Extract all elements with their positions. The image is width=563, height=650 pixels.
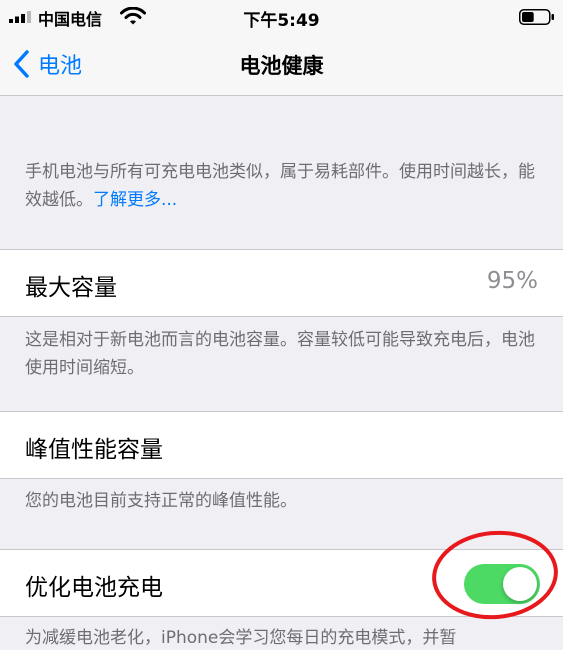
max-capacity-label: 最大容量 [25,275,117,301]
status-time: 下午5:49 [243,11,320,31]
learn-more-link[interactable]: 了解更多... [93,190,177,210]
page-title: 电池健康 [239,54,324,78]
status-bar: 中国电信 下午5:49 [0,0,563,34]
peak-performance-label: 峰值性能容量 [25,437,163,463]
max-capacity-footer: 这是相对于新电池而言的电池容量。容量较低可能导致充电后，电池使用时间缩短。 [25,330,535,378]
optimized-charging-footer: 为减缓电池老化，iPhone会学习您每日的充电模式，并暂 [25,628,457,648]
battery-icon [519,9,554,25]
max-capacity-cell: 最大容量 95% [0,249,563,317]
optimized-charging-label: 优化电池充电 [25,575,163,601]
optimized-charging-cell: 优化电池充电 [0,549,563,617]
toggle-knob [503,567,537,601]
peak-performance-footer: 您的电池目前支持正常的峰值性能。 [25,491,297,511]
max-capacity-value: 95% [486,268,538,294]
optimized-charging-toggle[interactable] [464,564,540,604]
navigation-bar: 电池 电池健康 [0,34,563,96]
intro-description: 手机电池与所有可充电电池类似，属于易耗部件。使用时间越长，能效越低。了解更多..… [25,158,540,214]
peak-performance-cell: 峰值性能容量 [0,411,563,479]
